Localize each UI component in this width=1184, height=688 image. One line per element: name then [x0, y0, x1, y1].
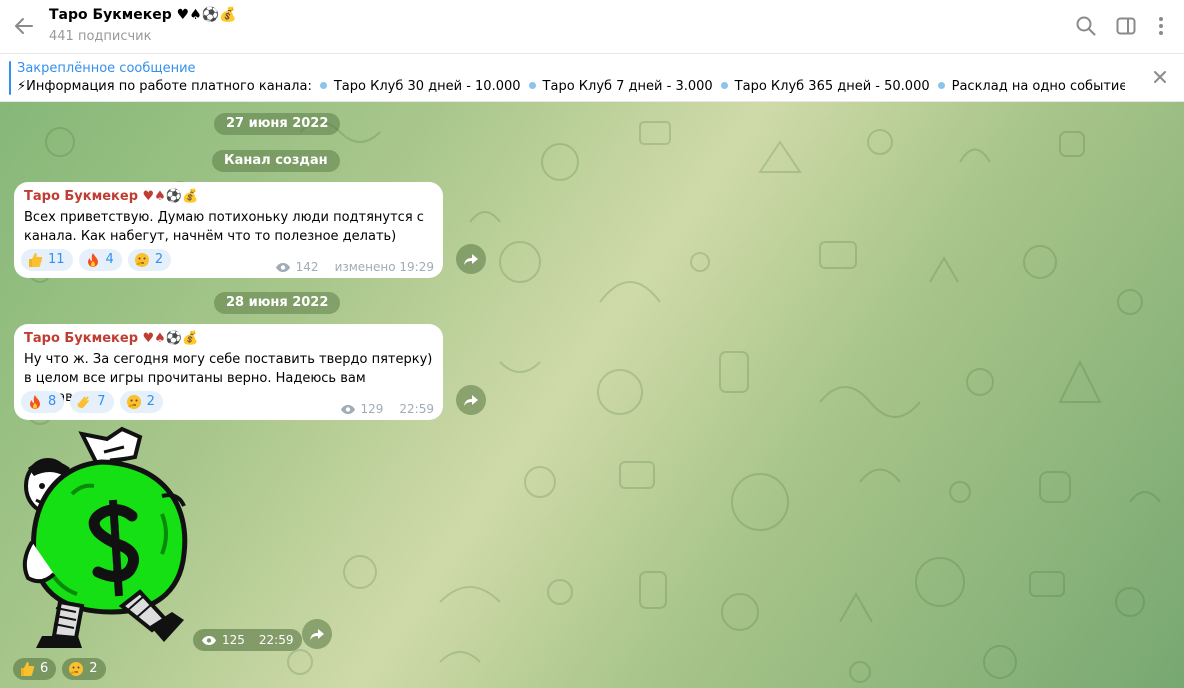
message-bubble[interactable]: Таро Букмекер ♥♠⚽💰 Ну что ж. За сегодня …: [14, 324, 443, 420]
forward-button[interactable]: [302, 619, 332, 649]
search-icon[interactable]: [1075, 15, 1097, 37]
message-meta: 129 22:59: [340, 402, 434, 416]
sidebar-toggle-icon[interactable]: [1115, 15, 1137, 37]
sticker-meta: 125 22:59: [193, 629, 302, 651]
chat-header: Таро Букмекер ♥♠⚽💰 441 подписчик: [0, 0, 1184, 54]
pinned-item: Таро Клуб 365 дней - 50.000: [734, 79, 930, 94]
share-arrow-icon: [310, 629, 324, 640]
message-author[interactable]: Таро Букмекер ♥♠⚽💰: [24, 331, 198, 346]
subscriber-count: 441 подписчик: [49, 29, 152, 44]
pinned-item: Таро Клуб 7 дней - 3.000: [542, 79, 713, 94]
clapping-hands-icon: [77, 396, 90, 409]
thinking-face-icon: [126, 395, 141, 409]
thinking-face-icon: [69, 662, 84, 676]
back-arrow-icon[interactable]: [12, 14, 36, 38]
bullet-dot: [720, 82, 728, 89]
pinned-accent-line: [9, 61, 11, 95]
bullet-dot: [937, 82, 945, 89]
pinned-item: Расклад на одно событие - 1.000 Для уча.…: [951, 79, 1125, 94]
pinned-message-bar[interactable]: Закреплённое сообщение ⚡Информация по ра…: [0, 54, 1184, 102]
thumbs-up-icon: [21, 662, 35, 676]
pinned-preview: ⚡Информация по работе платного канала: Та…: [17, 78, 1125, 96]
message-time: 22:59: [258, 633, 294, 647]
pinned-item: Таро Клуб 30 дней - 10.000: [333, 79, 521, 94]
close-pinned-icon[interactable]: [1151, 68, 1169, 86]
date-separator: 27 июня 2022: [214, 113, 341, 135]
reaction-thumbs-up[interactable]: 11: [21, 249, 73, 271]
reaction-count: 4: [105, 252, 114, 267]
reaction-thinking[interactable]: 2: [119, 391, 163, 413]
message-text: Всех приветствую. Думаю потихоньку люди …: [24, 210, 424, 244]
view-count: 142: [295, 260, 319, 274]
reactions-row: 11 4 2: [21, 249, 172, 271]
date-separator: 28 июня 2022: [214, 292, 341, 314]
money-bag-sticker[interactable]: [12, 424, 192, 656]
service-message: Канал создан: [212, 150, 340, 172]
bullet-dot: [319, 82, 327, 89]
pinned-lead: ⚡Информация по работе платного канала:: [17, 79, 312, 94]
pinned-label: Закреплённое сообщение: [17, 61, 196, 76]
fire-icon: [87, 253, 98, 267]
message-meta: 142 изменено 19:29: [275, 260, 434, 274]
reaction-thinking[interactable]: 2: [62, 658, 106, 680]
message-time: 22:59: [399, 402, 434, 416]
forward-button[interactable]: [456, 385, 486, 415]
message-author[interactable]: Таро Букмекер ♥♠⚽💰: [24, 189, 198, 204]
thinking-face-icon: [134, 253, 149, 267]
more-vertical-icon[interactable]: [1150, 15, 1172, 37]
reaction-count: 2: [154, 252, 164, 267]
reaction-thumbs-up[interactable]: 6: [13, 658, 57, 680]
view-count: 129: [360, 402, 384, 416]
reaction-count: 7: [97, 394, 106, 409]
channel-title[interactable]: Таро Букмекер ♥♠⚽💰: [49, 7, 237, 23]
message-time: изменено 19:29: [334, 260, 434, 274]
forward-button[interactable]: [456, 244, 486, 274]
reaction-count: 11: [48, 252, 65, 267]
reaction-count: 6: [40, 661, 49, 676]
share-arrow-icon: [464, 254, 478, 265]
chat-area[interactable]: 27 июня 2022 Канал создан Таро Букмекер …: [0, 102, 1184, 688]
reaction-clap[interactable]: 7: [70, 391, 114, 413]
reaction-count: 2: [89, 661, 98, 676]
reaction-count: 2: [146, 394, 155, 409]
reaction-fire[interactable]: 4: [78, 249, 122, 271]
thumbs-up-icon: [29, 253, 43, 267]
view-count: 125: [222, 633, 245, 647]
eye-icon: [275, 262, 290, 272]
reaction-count: 8: [48, 394, 57, 409]
reactions-row: 8 7 2: [21, 391, 163, 413]
fire-icon: [30, 395, 40, 409]
eye-icon: [340, 404, 355, 414]
reactions-row: 6 2: [13, 658, 106, 680]
eye-icon: [202, 635, 216, 645]
reaction-fire[interactable]: 8: [21, 391, 65, 413]
bullet-dot: [528, 82, 536, 89]
reaction-thinking[interactable]: 2: [127, 249, 172, 271]
message-bubble[interactable]: Таро Букмекер ♥♠⚽💰 Всех приветствую. Дум…: [14, 182, 443, 278]
share-arrow-icon: [464, 395, 478, 406]
